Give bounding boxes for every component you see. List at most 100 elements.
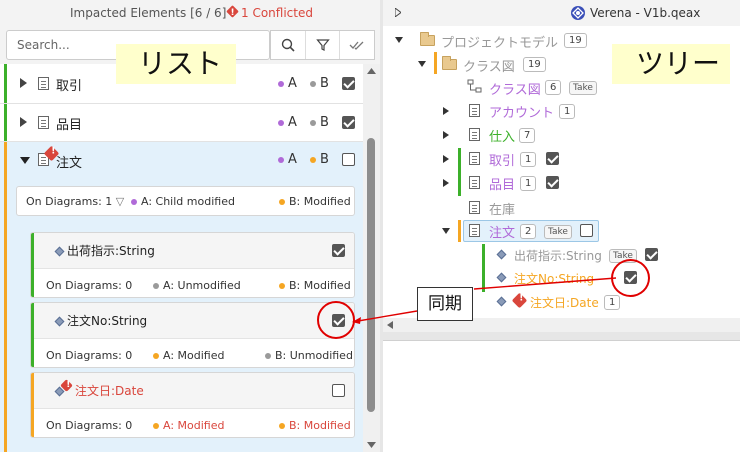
tree-node-shukka[interactable]: 出荷指示:String <box>514 247 602 264</box>
side-a-indicator: A <box>278 115 297 130</box>
tree-node-torihiki[interactable]: 取引 <box>489 150 515 169</box>
on-diagrams: On Diagrams: 0 <box>46 349 133 362</box>
node-count: 6 <box>545 80 562 95</box>
child-card[interactable]: 注文No:String On Diagrams: 0 A: Modified B… <box>30 302 355 368</box>
status-bar <box>4 142 7 452</box>
tree-node-shiire[interactable]: 仕入 <box>489 126 515 145</box>
side-a-status: A: Unmodified <box>153 279 241 292</box>
tree-toggle[interactable] <box>443 131 449 139</box>
item-checkbox[interactable] <box>342 77 355 90</box>
list-item-expanded[interactable]: 注文 A B On Diagrams: 1 ▽ A: Child modifie… <box>0 142 363 452</box>
tree-toggle[interactable] <box>443 155 449 163</box>
side-a-status: A: Child modified <box>131 195 235 208</box>
class-icon <box>469 104 480 117</box>
impacted-elements-header: Impacted Elements [6 / 6] ! 1 Conflicted <box>0 0 380 26</box>
node-checkbox[interactable] <box>546 152 559 165</box>
tree-toggle[interactable] <box>442 228 450 234</box>
node-checkbox[interactable] <box>546 176 559 189</box>
list-item[interactable]: 品目 A B <box>0 104 363 142</box>
tree-splitter[interactable] <box>383 332 740 340</box>
tree-toggle[interactable] <box>395 37 403 43</box>
node-count: 2 <box>520 224 537 239</box>
on-diagrams: On Diagrams: 0 <box>46 419 133 432</box>
conflict-warning-icon: ! <box>226 5 239 21</box>
side-a-status: A: Modified <box>153 349 224 362</box>
status-bar <box>31 373 34 437</box>
filter-icon <box>315 39 330 51</box>
tree-node-account[interactable]: アカウント <box>489 102 554 121</box>
status-bar <box>434 52 437 74</box>
node-count: 1 <box>520 152 537 167</box>
filter-button[interactable] <box>304 31 340 59</box>
side-b-indicator: B <box>310 76 329 91</box>
tree-toggle[interactable] <box>443 179 449 187</box>
tree-node-hinmoku[interactable]: 品目 <box>489 174 515 193</box>
node-count: 7 <box>519 128 536 143</box>
tree-node-class-folder[interactable]: クラス図 <box>463 56 515 75</box>
side-b-indicator: B <box>310 115 329 130</box>
side-a-indicator: A <box>278 76 297 91</box>
child-card[interactable]: 出荷指示:String On Diagrams: 0 A: Unmodified… <box>30 232 355 298</box>
expand-toggle[interactable] <box>20 78 27 88</box>
scroll-up-arrow-icon[interactable] <box>367 68 376 74</box>
impacted-elements-title: Impacted Elements [6 / 6] <box>70 6 227 20</box>
item-checkbox[interactable] <box>342 153 355 166</box>
take-button[interactable]: Take <box>544 225 572 239</box>
class-icon <box>469 128 480 141</box>
side-b-status: B: Modified <box>279 195 351 208</box>
child-label: 注文日:Date <box>75 384 144 398</box>
impacted-elements-list: 取引 A B 品目 A B 注文 A B On Diagrams: 1 ▽ A:… <box>0 64 363 452</box>
on-diagrams-select[interactable]: On Diagrams: 1 ▽ <box>26 195 124 208</box>
tree-node-class-diagram[interactable]: クラス図 <box>489 79 541 98</box>
class-icon <box>469 152 480 165</box>
item-label: 注文 <box>56 156 83 171</box>
item-label: 取引 <box>56 79 83 94</box>
child-checkbox[interactable] <box>332 244 345 257</box>
child-checkbox[interactable] <box>332 384 345 397</box>
collapse-toggle[interactable] <box>20 157 30 165</box>
expand-toggle[interactable] <box>20 117 27 127</box>
side-b-status: B: Modified <box>279 419 351 432</box>
svg-text:!: ! <box>230 8 234 18</box>
search-button[interactable] <box>270 31 305 59</box>
child-card[interactable]: 注文日:Date On Diagrams: 0 A: Modified B: M… <box>30 372 355 438</box>
sync-arrow-icon <box>352 277 617 324</box>
class-icon <box>469 201 480 214</box>
check-all-button[interactable] <box>339 31 374 59</box>
details-pane <box>383 340 740 452</box>
class-icon <box>469 224 480 237</box>
side-a-indicator: A <box>278 152 297 167</box>
take-button[interactable]: Take <box>569 81 597 95</box>
child-label: 注文No:String <box>67 314 148 328</box>
class-diagram-icon <box>467 79 482 93</box>
node-checkbox[interactable] <box>645 248 658 261</box>
conflict-count: 1 Conflicted <box>241 6 313 20</box>
node-count: 1 <box>559 104 576 119</box>
scroll-down-arrow-icon[interactable] <box>367 442 376 448</box>
tree-toggle[interactable] <box>443 107 449 115</box>
folder-icon <box>420 32 435 46</box>
tree-node-project[interactable]: プロジェクトモデル <box>441 32 558 51</box>
check-all-icon <box>349 41 364 50</box>
search-icon <box>281 38 295 52</box>
folder-icon <box>442 56 457 70</box>
chevron-down-icon: ▽ <box>115 195 125 208</box>
node-checkbox[interactable] <box>580 224 593 237</box>
on-diagrams: On Diagrams: 0 <box>46 279 133 292</box>
tree-node-zaiko[interactable]: 在庫 <box>489 199 515 218</box>
status-bar <box>458 220 461 242</box>
list-toolbar <box>270 30 375 60</box>
annotation-list-label: リスト <box>116 44 236 84</box>
tree-node-chumon[interactable]: 注文 <box>489 222 515 241</box>
diagram-summary: On Diagrams: 1 ▽ A: Child modified B: Mo… <box>16 186 355 216</box>
status-bar <box>4 104 7 141</box>
status-bar <box>31 233 34 297</box>
class-icon <box>38 77 49 90</box>
expand-arrow-icon[interactable] <box>395 8 401 17</box>
side-b-status: B: Modified <box>279 279 351 292</box>
tree-header: Verena - V1b.qeax <box>383 0 740 26</box>
node-count: 19 <box>564 33 587 48</box>
node-count: 19 <box>523 57 546 72</box>
item-checkbox[interactable] <box>342 116 355 129</box>
tree-toggle[interactable] <box>418 61 426 67</box>
